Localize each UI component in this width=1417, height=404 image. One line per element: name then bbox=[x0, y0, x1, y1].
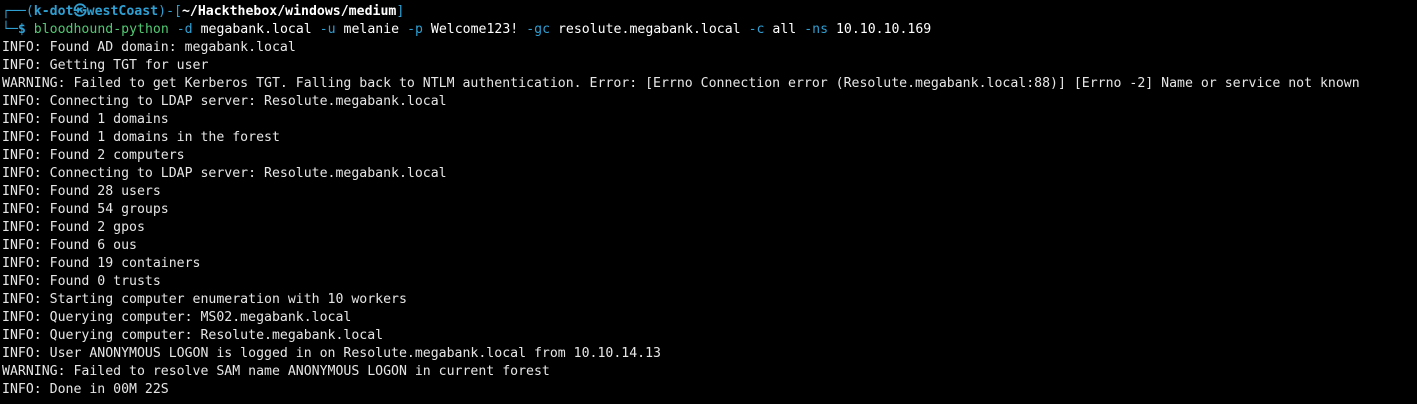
output-line: INFO: Found 2 gpos bbox=[2, 220, 145, 235]
prompt-corner-bottom: └─ bbox=[2, 22, 18, 37]
output-line: INFO: Done in 00M 22S bbox=[2, 382, 169, 397]
command-flag: -gc bbox=[526, 22, 551, 37]
output-line: INFO: Found 6 ous bbox=[2, 238, 137, 253]
output-line: INFO: Found AD domain: megabank.local bbox=[2, 40, 296, 55]
output-line: INFO: Found 54 groups bbox=[2, 202, 169, 217]
output-line: INFO: Found 1 domains in the forest bbox=[2, 130, 280, 145]
command-arg: melanie bbox=[343, 22, 400, 37]
output-line: INFO: Connecting to LDAP server: Resolut… bbox=[2, 166, 447, 181]
output-line: INFO: Found 28 users bbox=[2, 184, 161, 199]
terminal-window[interactable]: ┌──(k-dot㉿westCoast)-[~/Hackthebox/windo… bbox=[0, 0, 1417, 399]
output-line: INFO: Found 1 domains bbox=[2, 112, 169, 127]
prompt-close-bracket: ] bbox=[396, 4, 405, 19]
output-line: INFO: Querying computer: MS02.megabank.l… bbox=[2, 310, 352, 325]
prompt-corner-top: ┌──( bbox=[2, 4, 34, 19]
output-line: INFO: User ANONYMOUS LOGON is logged in … bbox=[2, 346, 661, 361]
output-line: INFO: Getting TGT for user bbox=[2, 58, 209, 73]
output-line: INFO: Found 0 trusts bbox=[2, 274, 161, 289]
command-program: bloodhound-python bbox=[33, 22, 169, 37]
command-flag: -d bbox=[176, 22, 193, 37]
command-arg: 10.10.10.169 bbox=[835, 22, 932, 37]
command-arg: resolute.megabank.local bbox=[557, 22, 741, 37]
output-line: INFO: Starting computer enumeration with… bbox=[2, 292, 407, 307]
command-output: INFO: Found AD domain: megabank.local INF… bbox=[2, 39, 1417, 399]
prompt-user: k-dot bbox=[33, 4, 74, 19]
prompt-host: westCoast bbox=[86, 4, 159, 19]
output-line: INFO: Found 19 containers bbox=[2, 256, 201, 271]
prompt-separator: )-[ bbox=[158, 4, 182, 19]
prompt-line: ┌──(k-dot㉿westCoast)-[~/Hackthebox/windo… bbox=[2, 3, 1417, 21]
output-line: WARNING: Failed to get Kerberos TGT. Fal… bbox=[2, 76, 1360, 91]
command-arg: all bbox=[772, 22, 797, 37]
output-line: WARNING: Failed to resolve SAM name ANON… bbox=[2, 364, 550, 379]
output-line: INFO: Connecting to LDAP server: Resolut… bbox=[2, 94, 447, 109]
output-line: INFO: Found 2 computers bbox=[2, 148, 185, 163]
prompt-at-icon: ㉿ bbox=[73, 4, 87, 19]
prompt-dollar: $ bbox=[17, 22, 26, 37]
command-line[interactable]: └─$ bloodhound-python -d megabank.local … bbox=[2, 21, 1417, 39]
output-line: INFO: Querying computer: Resolute.megaba… bbox=[2, 328, 384, 343]
command-flag: -p bbox=[407, 22, 423, 37]
command-arg: Welcome123! bbox=[430, 22, 519, 37]
command-flag: -u bbox=[319, 22, 336, 37]
command-arguments: -d megabank.local -u melanie -p Welcome1… bbox=[169, 22, 932, 37]
prompt-path: ~/Hackthebox/windows/medium bbox=[181, 4, 397, 19]
command-arg: megabank.local bbox=[200, 22, 312, 37]
command-flag: -ns bbox=[804, 22, 829, 37]
command-flag: -c bbox=[748, 22, 765, 37]
